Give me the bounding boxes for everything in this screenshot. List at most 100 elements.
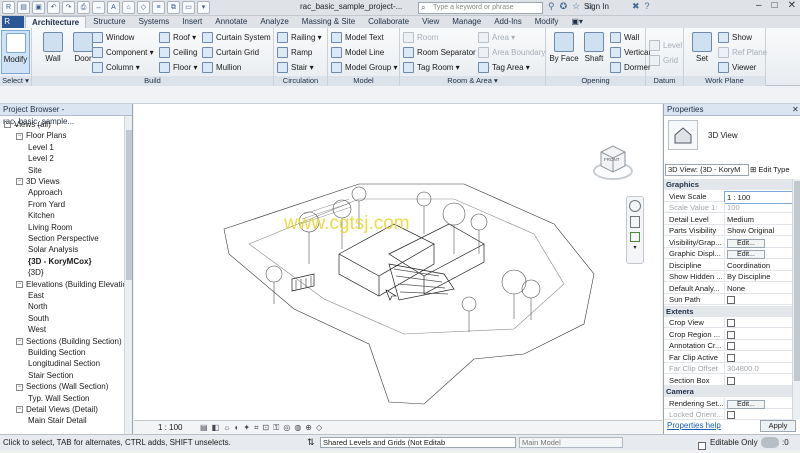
room-button[interactable]: Room	[403, 30, 438, 44]
browser-item[interactable]: − Detail Views (Detail)	[0, 404, 98, 415]
browser-item[interactable]: Solar Analysis	[0, 244, 78, 255]
editable-only-checkbox[interactable]	[698, 438, 706, 453]
worksets-icon[interactable]: ⇅	[307, 437, 315, 447]
apply-button[interactable]: Apply	[760, 420, 796, 432]
tab-manage[interactable]: Manage	[446, 16, 487, 28]
browser-item[interactable]: Longitudinal Section	[0, 358, 100, 369]
level-button[interactable]: Level	[649, 38, 682, 52]
visual-style-icon[interactable]: ◧	[212, 423, 220, 433]
properties-scrollbar-thumb[interactable]	[794, 181, 800, 381]
collapse-toggle-icon[interactable]: −	[16, 132, 23, 140]
measure-icon[interactable]: ↔	[92, 1, 105, 14]
3d-view-icon[interactable]: ⌂	[122, 1, 135, 14]
keyword-search-input[interactable]: ⌕ Type a keyword or phrase	[418, 2, 543, 14]
modify-button[interactable]: Modify	[1, 30, 30, 74]
viewcube[interactable]: FRONT	[592, 140, 634, 182]
browser-item[interactable]: Approach	[0, 187, 62, 198]
property-group-header[interactable]: Graphics	[664, 179, 794, 190]
room-separator-button[interactable]: Room Separator	[403, 45, 476, 59]
browser-item[interactable]: − Floor Plans	[0, 130, 66, 141]
window-button[interactable]: Window	[92, 30, 134, 44]
open-icon[interactable]: ▤	[17, 1, 30, 14]
viewer-button[interactable]: Viewer	[718, 60, 756, 74]
save-icon[interactable]: ▣	[32, 1, 45, 14]
property-checkbox[interactable]	[727, 330, 735, 339]
crop-icon[interactable]: ⌗	[254, 423, 259, 433]
browser-item[interactable]: Section Perspective	[0, 233, 99, 244]
property-checkbox[interactable]	[727, 411, 735, 419]
instance-selector[interactable]: 3D View: {3D - KoryM	[665, 164, 749, 176]
browser-item[interactable]: −3D Views	[0, 176, 60, 187]
collapse-toggle-icon[interactable]: −	[16, 337, 23, 345]
qat-dropdown-icon[interactable]: ▾	[197, 1, 210, 14]
tab-structure[interactable]: Structure	[87, 16, 131, 28]
tag-room-button[interactable]: Tag Room ▾	[403, 60, 460, 74]
analytical-icon[interactable]: ⊕	[305, 423, 312, 433]
tag-area-button[interactable]: Tag Area ▾	[478, 60, 530, 74]
browser-item[interactable]: South	[0, 313, 49, 324]
wall-button[interactable]: Wall	[38, 30, 68, 74]
close-icon[interactable]: ✕	[792, 104, 799, 116]
browser-scrollbar[interactable]	[124, 116, 132, 434]
reveal-hidden-icon[interactable]: ◍	[294, 423, 301, 433]
edit-type-button[interactable]: ⊞ Edit Type	[750, 164, 798, 176]
property-value[interactable]	[724, 317, 794, 328]
property-value[interactable]: Show Original	[724, 225, 794, 236]
tab-collaborate[interactable]: Collaborate	[362, 16, 415, 28]
browser-item[interactable]: Stair Section	[0, 370, 73, 381]
browser-item[interactable]: − Sections (Wall Section)	[0, 381, 108, 392]
collapse-toggle-icon[interactable]: −	[16, 280, 23, 288]
browser-item[interactable]: East	[0, 290, 44, 301]
undo-icon[interactable]: ↶	[47, 1, 60, 14]
property-value[interactable]: By Discipline	[724, 271, 794, 282]
background-processes-icon[interactable]	[761, 437, 779, 448]
property-value[interactable]: 304800.0	[724, 363, 794, 374]
collapse-toggle-icon[interactable]: −	[16, 383, 23, 391]
revit-app-icon[interactable]: R	[2, 1, 15, 14]
subscription-icon[interactable]: ✪	[560, 1, 568, 12]
property-value[interactable]: Edit...	[724, 236, 794, 248]
close-hidden-icon[interactable]: ⧉	[167, 1, 180, 14]
close-button[interactable]: ✕	[788, 0, 796, 11]
section-icon[interactable]: ◇	[137, 1, 150, 14]
browser-item[interactable]: {3D}	[0, 267, 44, 278]
browser-item[interactable]: Kitchen	[0, 210, 55, 221]
print-icon[interactable]: ⎙	[77, 1, 90, 14]
browser-item[interactable]: − Elevations (Building Elevation)	[0, 279, 132, 290]
maximize-button[interactable]: □	[772, 0, 778, 11]
property-value[interactable]: None	[724, 282, 794, 294]
property-checkbox[interactable]	[727, 353, 735, 362]
active-workset-dropdown[interactable]: Shared Levels and Grids (Not Editab	[320, 437, 516, 448]
property-value[interactable]: 100	[724, 202, 794, 213]
ref-plane-button[interactable]: Ref Plane	[718, 45, 767, 59]
railing-button[interactable]: Railing ▾	[277, 30, 322, 44]
property-value[interactable]	[724, 294, 794, 305]
design-option-dropdown[interactable]: Main Model	[519, 437, 623, 448]
sun-path-icon[interactable]: ☼	[223, 423, 230, 433]
browser-item[interactable]: Main Stair Detail	[0, 415, 87, 426]
property-checkbox[interactable]	[727, 319, 735, 327]
room-area-panel-label[interactable]: Room & Area ▾	[400, 76, 545, 86]
dormer-button[interactable]: Dormer	[610, 60, 651, 74]
tag-icon[interactable]: A	[107, 1, 120, 14]
property-checkbox[interactable]	[727, 342, 735, 350]
column-button[interactable]: Column ▾	[92, 60, 140, 74]
set-work-plane-button[interactable]: Set	[687, 30, 717, 74]
property-value[interactable]	[724, 328, 794, 340]
tab-file[interactable]: R	[2, 16, 24, 28]
by-face-button[interactable]: By Face	[549, 30, 579, 74]
property-value[interactable]: Edit...	[724, 248, 794, 259]
property-value[interactable]	[724, 340, 794, 351]
floor-button[interactable]: Floor ▾	[159, 60, 197, 74]
tab-modify[interactable]: Modify	[529, 16, 565, 28]
zoom-icon[interactable]	[630, 216, 640, 228]
browser-item[interactable]: {3D - KoryMCox}	[0, 256, 92, 267]
curtain-system-button[interactable]: Curtain System	[202, 30, 271, 44]
property-value[interactable]	[724, 351, 794, 363]
show-crop-icon[interactable]: ⊡	[263, 423, 270, 433]
nav-dropdown-icon[interactable]: ▾	[631, 245, 639, 251]
property-value[interactable]	[724, 374, 794, 386]
property-edit-button[interactable]: Edit...	[727, 250, 765, 259]
browser-item[interactable]: − Views (all)	[0, 119, 51, 130]
area-button[interactable]: Area ▾	[478, 30, 515, 44]
